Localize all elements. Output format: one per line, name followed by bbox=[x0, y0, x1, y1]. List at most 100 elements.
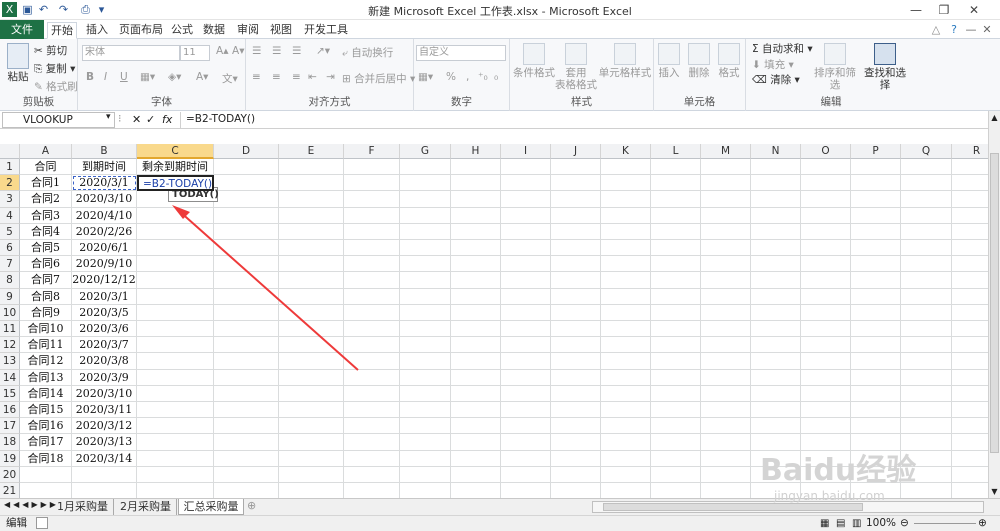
tab-page-layout[interactable]: 页面布局 bbox=[116, 22, 166, 39]
cell-r1[interactable] bbox=[952, 159, 988, 176]
cell-c16[interactable] bbox=[137, 402, 214, 419]
cell-b6[interactable]: 2020/6/1 bbox=[72, 240, 137, 257]
column-header-e[interactable]: E bbox=[279, 144, 344, 159]
column-header-l[interactable]: L bbox=[651, 144, 701, 159]
cell-k12[interactable] bbox=[601, 337, 651, 354]
cell-g3[interactable] bbox=[400, 191, 451, 208]
row-header-13[interactable]: 13 bbox=[0, 353, 20, 370]
cell-r14[interactable] bbox=[952, 370, 988, 386]
cell-h20[interactable] bbox=[451, 466, 501, 483]
cell-j20[interactable] bbox=[551, 466, 601, 483]
cell-a4[interactable]: 合同3 bbox=[20, 207, 72, 224]
cell-g12[interactable] bbox=[400, 337, 451, 354]
insert-cells-button[interactable]: 插入 bbox=[654, 43, 684, 79]
cell-j8[interactable] bbox=[551, 272, 601, 289]
cell-k17[interactable] bbox=[601, 418, 651, 435]
worksheet-grid[interactable]: A B C D E F G H I J K L M N O P Q R 1 合同 到期时间 剩余到期时间 2 合同1 2020/… bbox=[0, 144, 988, 498]
align-right-icon[interactable]: ≡ bbox=[292, 71, 301, 83]
cell-k2[interactable] bbox=[601, 175, 651, 192]
tab-insert[interactable]: 插入 bbox=[82, 22, 112, 39]
cell-h3[interactable] bbox=[451, 191, 501, 208]
cell-m2[interactable] bbox=[701, 175, 751, 192]
cell-d8[interactable] bbox=[214, 272, 279, 289]
cell-b4[interactable]: 2020/4/10 bbox=[72, 207, 137, 224]
cell-n18[interactable] bbox=[751, 434, 801, 451]
cell-f9[interactable] bbox=[344, 288, 400, 305]
cell-m21[interactable] bbox=[701, 483, 751, 498]
tab-developer[interactable]: 开发工具 bbox=[302, 22, 350, 39]
column-header-a[interactable]: A bbox=[20, 144, 72, 159]
cell-o16[interactable] bbox=[801, 402, 851, 419]
scroll-down-icon[interactable]: ▼ bbox=[989, 487, 1000, 496]
tab-data[interactable]: 数据 bbox=[200, 22, 228, 39]
cell-j11[interactable] bbox=[551, 321, 601, 338]
cell-q13[interactable] bbox=[901, 353, 952, 370]
cell-r19[interactable] bbox=[952, 451, 988, 467]
cell-o11[interactable] bbox=[801, 321, 851, 338]
cell-a16[interactable]: 合同15 bbox=[20, 402, 72, 419]
cell-k15[interactable] bbox=[601, 385, 651, 402]
cell-r4[interactable] bbox=[952, 208, 988, 224]
cell-c9[interactable] bbox=[137, 288, 214, 305]
cell-n20[interactable] bbox=[751, 466, 801, 483]
cell-a6[interactable]: 合同5 bbox=[20, 240, 72, 257]
cell-r2[interactable] bbox=[952, 175, 988, 192]
cell-d4[interactable] bbox=[214, 207, 279, 224]
cell-f20[interactable] bbox=[344, 466, 400, 483]
cell-k6[interactable] bbox=[601, 240, 651, 257]
cell-r9[interactable] bbox=[952, 289, 988, 305]
cell-i3[interactable] bbox=[501, 191, 551, 208]
cell-r13[interactable] bbox=[952, 353, 988, 370]
cell-b8[interactable]: 2020/12/12 bbox=[72, 272, 137, 289]
cell-n3[interactable] bbox=[751, 191, 801, 208]
cell-e10[interactable] bbox=[279, 304, 344, 321]
row-header-20[interactable]: 20 bbox=[0, 466, 20, 483]
find-select-button[interactable]: 查找和选择 bbox=[860, 43, 910, 91]
cell-p9[interactable] bbox=[851, 288, 901, 305]
cell-o5[interactable] bbox=[801, 223, 851, 240]
cell-a10[interactable]: 合同9 bbox=[20, 304, 72, 321]
cell-d1[interactable] bbox=[214, 159, 279, 176]
cell-q6[interactable] bbox=[901, 240, 952, 257]
cell-o19[interactable] bbox=[801, 450, 851, 467]
cell-o15[interactable] bbox=[801, 385, 851, 402]
cell-f12[interactable] bbox=[344, 337, 400, 354]
font-name-select[interactable]: 宋体 bbox=[82, 45, 180, 61]
row-header-4[interactable]: 4 bbox=[0, 207, 20, 224]
cell-d15[interactable] bbox=[214, 385, 279, 402]
cell-m4[interactable] bbox=[701, 207, 751, 224]
cell-a12[interactable]: 合同11 bbox=[20, 337, 72, 354]
cell-p5[interactable] bbox=[851, 223, 901, 240]
cell-f5[interactable] bbox=[344, 223, 400, 240]
cell-i21[interactable] bbox=[501, 483, 551, 498]
row-header-21[interactable]: 21 bbox=[0, 483, 20, 498]
cell-i18[interactable] bbox=[501, 434, 551, 451]
cell-o7[interactable] bbox=[801, 256, 851, 273]
cell-p18[interactable] bbox=[851, 434, 901, 451]
cell-q15[interactable] bbox=[901, 385, 952, 402]
cell-b21[interactable] bbox=[72, 483, 137, 498]
cell-l4[interactable] bbox=[651, 207, 701, 224]
tab-home[interactable]: 开始 bbox=[47, 22, 77, 39]
help-icon[interactable]: ? bbox=[946, 22, 962, 39]
cell-c14[interactable] bbox=[137, 369, 214, 386]
cell-i5[interactable] bbox=[501, 223, 551, 240]
cell-l20[interactable] bbox=[651, 466, 701, 483]
row-header-12[interactable]: 12 bbox=[0, 337, 20, 354]
cell-d21[interactable] bbox=[214, 483, 279, 498]
cell-r12[interactable] bbox=[952, 337, 988, 354]
cell-d6[interactable] bbox=[214, 240, 279, 257]
cell-q16[interactable] bbox=[901, 402, 952, 419]
cell-l9[interactable] bbox=[651, 288, 701, 305]
cell-r8[interactable] bbox=[952, 272, 988, 289]
cell-l2[interactable] bbox=[651, 175, 701, 192]
cell-d17[interactable] bbox=[214, 418, 279, 435]
cell-h2[interactable] bbox=[451, 175, 501, 192]
cell-g15[interactable] bbox=[400, 385, 451, 402]
cell-j9[interactable] bbox=[551, 288, 601, 305]
row-header-1[interactable]: 1 bbox=[0, 159, 20, 176]
row-header-8[interactable]: 8 bbox=[0, 272, 20, 289]
decrease-indent-icon[interactable]: ⇤ bbox=[308, 71, 317, 83]
cell-l10[interactable] bbox=[651, 304, 701, 321]
row-header-19[interactable]: 19 bbox=[0, 450, 20, 467]
